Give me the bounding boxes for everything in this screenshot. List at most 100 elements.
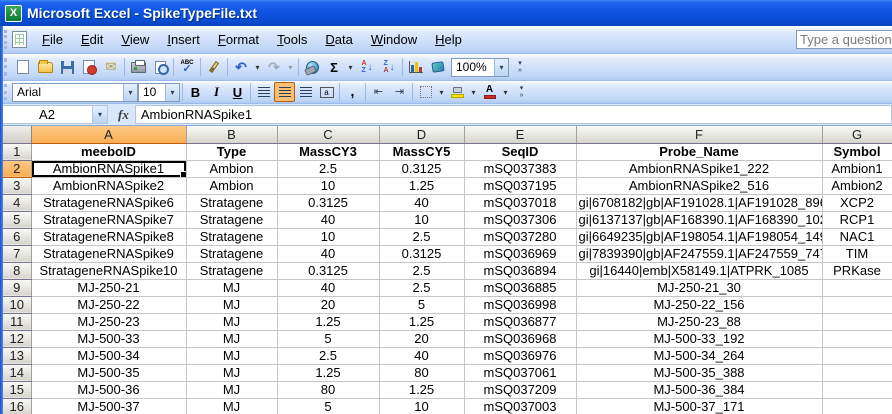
cell[interactable]: MJ-250-23_88	[576, 313, 822, 330]
italic-button[interactable]: I	[206, 82, 227, 102]
toolbar-options-button[interactable]: ▾»	[509, 56, 531, 78]
cell[interactable]: Stratagene	[186, 194, 277, 211]
column-header-c[interactable]: C	[277, 126, 379, 143]
cell[interactable]: mSQ036998	[464, 296, 576, 313]
open-button[interactable]	[34, 56, 56, 78]
cell[interactable]: MJ	[186, 313, 277, 330]
cell[interactable]: 1.25	[277, 364, 379, 381]
cell[interactable]: MJ	[186, 398, 277, 414]
cell[interactable]: 80	[379, 364, 464, 381]
name-box-dropdown[interactable]: ▾	[93, 105, 108, 124]
cell[interactable]: mSQ037061	[464, 364, 576, 381]
align-left-button[interactable]	[253, 82, 274, 102]
cell[interactable]: SeqID	[464, 143, 576, 160]
font-color-dropdown[interactable]: ▾	[500, 81, 511, 103]
cell[interactable]: 10	[379, 211, 464, 228]
undo-button[interactable]: ↶	[230, 56, 252, 78]
cell[interactable]: StratageneRNASpike10	[31, 262, 186, 279]
cell[interactable]: MJ	[186, 296, 277, 313]
cell[interactable]: MJ-250-21_30	[576, 279, 822, 296]
cell[interactable]: 40	[277, 279, 379, 296]
autosum-dropdown[interactable]: ▾	[345, 56, 356, 78]
cell[interactable]: NAC1	[822, 228, 892, 245]
row-header[interactable]: 10	[3, 296, 31, 313]
align-center-button[interactable]	[274, 82, 295, 102]
cell[interactable]: 0.3125	[277, 262, 379, 279]
cell[interactable]	[822, 398, 892, 414]
menu-item[interactable]: Window	[362, 29, 426, 50]
cell[interactable]: mSQ037195	[464, 177, 576, 194]
cell[interactable]: mSQ037003	[464, 398, 576, 414]
cell[interactable]: MJ-500-37_171	[576, 398, 822, 414]
cell[interactable]: RCP1	[822, 211, 892, 228]
menu-item[interactable]: View	[112, 29, 158, 50]
menu-item[interactable]: Format	[209, 29, 268, 50]
cell[interactable]	[822, 364, 892, 381]
cell[interactable]: mSQ036877	[464, 313, 576, 330]
row-header[interactable]: 1	[3, 143, 31, 160]
undo-dropdown[interactable]: ▾	[252, 56, 263, 78]
print-preview-button[interactable]	[149, 56, 171, 78]
cell[interactable]: MJ-500-35_388	[576, 364, 822, 381]
fill-color-dropdown[interactable]: ▾	[468, 81, 479, 103]
cell[interactable]: Ambion	[186, 160, 277, 177]
cell[interactable]: AmbionRNASpike2	[31, 177, 186, 194]
select-all-corner[interactable]	[3, 126, 31, 143]
cell[interactable]: mSQ036885	[464, 279, 576, 296]
insert-hyperlink-button[interactable]	[301, 56, 323, 78]
menu-item[interactable]: Help	[426, 29, 471, 50]
name-box[interactable]: A2	[1, 105, 93, 124]
cell[interactable]: mSQ036969	[464, 245, 576, 262]
cell[interactable]: 1.25	[379, 177, 464, 194]
comma-style-button[interactable]: ,	[342, 82, 363, 102]
cell[interactable]: mSQ036894	[464, 262, 576, 279]
menu-item[interactable]: File	[33, 29, 72, 50]
cell[interactable]: StratageneRNASpike9	[31, 245, 186, 262]
cell[interactable]: 2.5	[277, 160, 379, 177]
cell[interactable]: Type	[186, 143, 277, 160]
chevron-down-icon[interactable]: ▾	[494, 59, 508, 76]
toolbar-grip[interactable]	[4, 30, 9, 49]
underline-button[interactable]: U	[227, 82, 248, 102]
decrease-indent-button[interactable]: ⇤	[368, 82, 389, 102]
cell[interactable]: MJ-250-23	[31, 313, 186, 330]
cell[interactable]: 40	[277, 211, 379, 228]
cell[interactable]: 5	[277, 330, 379, 347]
row-header[interactable]: 14	[3, 364, 31, 381]
cell[interactable]: 2.5	[379, 262, 464, 279]
redo-button[interactable]: ↷	[263, 56, 285, 78]
cell[interactable]: 0.3125	[277, 194, 379, 211]
row-header[interactable]: 11	[3, 313, 31, 330]
row-header[interactable]: 12	[3, 330, 31, 347]
cell[interactable]: MJ	[186, 347, 277, 364]
cell[interactable]: gi|6137137|gb|AF168390.1|AF168390_1025	[576, 211, 822, 228]
cell[interactable]: MJ-500-36	[31, 381, 186, 398]
row-header[interactable]: 7	[3, 245, 31, 262]
cell[interactable]: 10	[277, 177, 379, 194]
cell[interactable]: Stratagene	[186, 245, 277, 262]
chevron-down-icon[interactable]: ▾	[123, 84, 137, 101]
cell[interactable]: 40	[277, 245, 379, 262]
cell[interactable]	[822, 347, 892, 364]
row-header[interactable]: 13	[3, 347, 31, 364]
sort-ascending-button[interactable]: AZ ↓	[356, 56, 378, 78]
cell[interactable]: 2.5	[379, 279, 464, 296]
menu-item[interactable]: Insert	[158, 29, 209, 50]
column-header-e[interactable]: E	[464, 126, 576, 143]
cell[interactable]: mSQ037280	[464, 228, 576, 245]
cell[interactable]: MJ	[186, 279, 277, 296]
font-color-button[interactable]: A	[479, 82, 500, 102]
bold-button[interactable]: B	[185, 82, 206, 102]
row-header[interactable]: 3	[3, 177, 31, 194]
cell[interactable]: mSQ036976	[464, 347, 576, 364]
cell[interactable]: gi|6649235|gb|AF198054.1|AF198054_149	[576, 228, 822, 245]
cell[interactable]: StratageneRNASpike7	[31, 211, 186, 228]
cell[interactable]: Ambion1	[822, 160, 892, 177]
cell[interactable]: StratageneRNASpike8	[31, 228, 186, 245]
cell[interactable]: Stratagene	[186, 211, 277, 228]
cell[interactable]: MJ	[186, 381, 277, 398]
row-header[interactable]: 5	[3, 211, 31, 228]
row-header[interactable]: 15	[3, 381, 31, 398]
cell[interactable]: MJ-500-34_264	[576, 347, 822, 364]
cell[interactable]: Ambion2	[822, 177, 892, 194]
